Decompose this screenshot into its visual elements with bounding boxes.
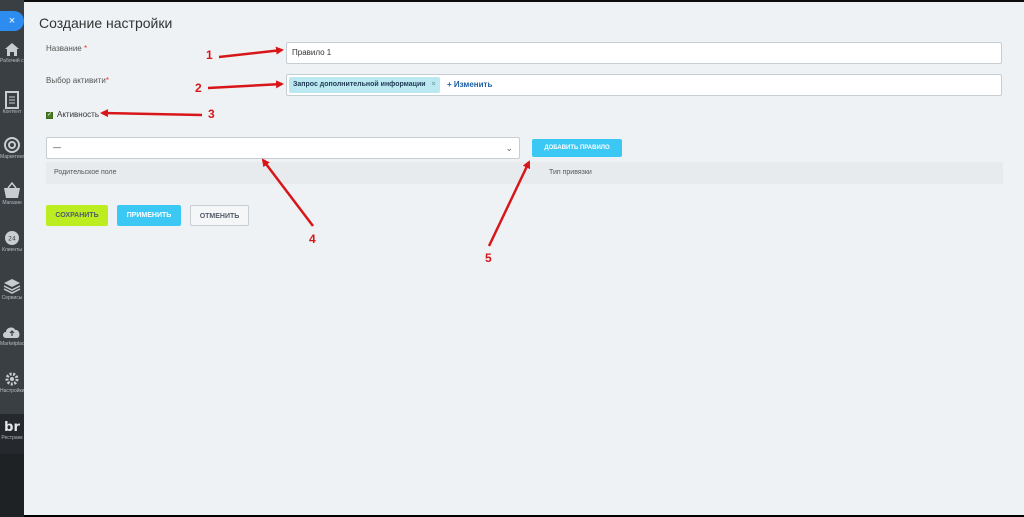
remove-tag-icon[interactable]: ×	[431, 77, 435, 93]
annotation-number-2: 2	[195, 81, 202, 95]
gear-icon	[5, 372, 19, 386]
apply-button[interactable]: ПРИМЕНИТЬ	[117, 205, 181, 226]
name-label-text: Название	[46, 44, 82, 53]
brand-logo-icon: br	[4, 420, 20, 435]
document-icon	[5, 91, 19, 109]
sidebar-item-marketplace[interactable]: Marketplace	[0, 323, 24, 347]
sidebar-item-marketing[interactable]: Маркетинг	[0, 136, 24, 160]
sidebar-item-services[interactable]: Сервисы	[0, 277, 24, 301]
page-title: Создание настройки	[39, 15, 173, 31]
layers-icon	[3, 279, 21, 294]
save-button[interactable]: СОХРАНИТЬ	[46, 205, 108, 226]
change-activity-link[interactable]: + Изменить	[447, 80, 492, 89]
sidebar-item-content[interactable]: Контент	[0, 91, 24, 115]
required-mark: *	[105, 76, 109, 85]
sidebar-item-label: Marketplace	[0, 341, 24, 347]
activity-checkbox[interactable]: ✓	[46, 112, 53, 119]
name-input[interactable]: Правило 1	[286, 42, 1002, 64]
sidebar-item-label: Рестранк	[1, 435, 23, 441]
sidebar-item-desktop[interactable]: Рабочий стол	[0, 40, 24, 64]
rule-field-select-value: —	[53, 143, 61, 152]
sidebar-footer	[0, 454, 24, 517]
sidebar-item-label: Клиенты	[1, 247, 23, 253]
sidebar-item-shop[interactable]: Магазин	[0, 182, 24, 206]
sidebar-item-label: Маркетинг	[0, 154, 24, 160]
sidebar-item-restrank[interactable]: br Рестранк	[0, 414, 24, 454]
column-header-parent-field: Родительское поле	[54, 169, 117, 176]
activity-label: Выбор активити*	[46, 76, 109, 85]
chevron-down-icon: ⌄	[505, 143, 513, 153]
add-rule-button[interactable]: ДОБАВИТЬ ПРАВИЛО	[532, 139, 622, 157]
sidebar-item-label: Сервисы	[1, 295, 23, 301]
basket-icon	[4, 182, 20, 198]
home-icon	[5, 43, 19, 56]
activity-tag[interactable]: Запрос дополнительной информации ×	[289, 77, 440, 93]
annotation-number-4: 4	[309, 232, 316, 246]
annotation-number-3: 3	[208, 107, 215, 121]
rules-table-header: Родительское поле Тип привязки	[46, 162, 1003, 184]
svg-text:24: 24	[8, 236, 16, 243]
activity-label-text: Выбор активити	[46, 76, 106, 85]
rule-field-select[interactable]: — ⌄	[46, 137, 520, 159]
column-header-binding-type: Тип привязки	[549, 169, 592, 176]
name-label: Название *	[46, 44, 87, 53]
activity-checkbox-label: Активность	[57, 110, 100, 119]
main-panel: Создание настройки Название * Правило 1 …	[24, 2, 1024, 515]
close-panel-button[interactable]: ×	[0, 11, 24, 31]
sidebar-item-settings[interactable]: Настройки	[0, 370, 24, 394]
cancel-button[interactable]: ОТМЕНИТЬ	[190, 205, 249, 226]
sidebar-item-label: Настройки	[0, 388, 24, 394]
annotation-number-1: 1	[206, 48, 213, 62]
clock-24-icon: 24	[5, 231, 19, 245]
sidebar-item-label: Магазин	[2, 200, 22, 206]
cloud-upload-icon	[3, 327, 20, 338]
sidebar-item-label: Рабочий стол	[0, 58, 24, 64]
left-sidebar: × Рабочий стол Контент Маркетинг Магазин…	[0, 0, 24, 454]
required-mark: *	[83, 44, 88, 53]
svg-text:br: br	[4, 420, 20, 435]
sidebar-item-label: Контент	[2, 109, 22, 115]
annotation-number-5: 5	[485, 251, 492, 265]
target-icon	[4, 137, 20, 153]
activity-tag-label: Запрос дополнительной информации	[293, 81, 426, 88]
sidebar-item-clients[interactable]: 24 Клиенты	[0, 229, 24, 253]
activity-selector[interactable]: Запрос дополнительной информации × + Изм…	[286, 74, 1002, 96]
